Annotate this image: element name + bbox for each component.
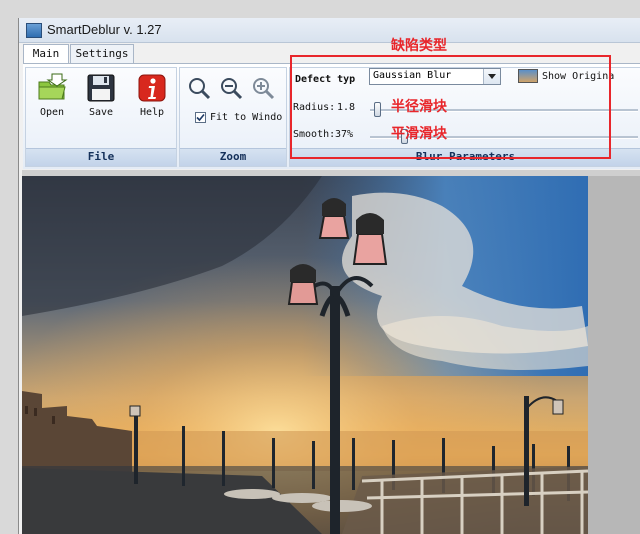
tab-settings[interactable]: Settings <box>70 44 134 63</box>
file-group: Open Save Help File <box>25 67 177 167</box>
zoom-group-label: Zoom <box>180 148 286 166</box>
title-bar: SmartDeblur v. 1.27 <box>19 18 640 43</box>
help-button[interactable]: Help <box>134 72 170 118</box>
open-folder-icon <box>38 73 68 100</box>
window-title: SmartDeblur v. 1.27 <box>47 22 162 37</box>
checkmark-icon <box>196 113 205 122</box>
file-group-label: File <box>26 148 176 166</box>
canvas-right-margin <box>588 176 640 534</box>
info-icon <box>138 74 166 102</box>
magnifier-icon[interactable] <box>187 76 211 100</box>
venice-sunset-photo <box>22 176 588 534</box>
zoom-in-icon[interactable] <box>251 76 275 100</box>
image-canvas[interactable] <box>22 176 588 534</box>
zoom-out-icon[interactable] <box>219 76 243 100</box>
open-button[interactable]: Open <box>34 72 70 118</box>
open-button-label: Open <box>39 107 65 118</box>
save-button[interactable]: Save <box>83 72 119 118</box>
annotation-defect-type: 缺陷类型 <box>391 38 447 54</box>
annotation-highlight-box <box>290 55 611 159</box>
annotation-radius-slider: 半径滑块 <box>391 99 447 115</box>
fit-to-window-checkbox[interactable] <box>195 112 206 123</box>
annotation-smooth-slider: 平滑滑块 <box>391 126 447 142</box>
save-button-label: Save <box>88 107 114 118</box>
tab-main[interactable]: Main <box>23 44 69 64</box>
zoom-group: Fit to Windo Zoom <box>179 67 287 167</box>
fit-to-window-label: Fit to Windo <box>210 112 283 123</box>
app-icon <box>26 23 42 38</box>
floppy-disk-icon <box>87 74 115 102</box>
help-button-label: Help <box>139 107 165 118</box>
